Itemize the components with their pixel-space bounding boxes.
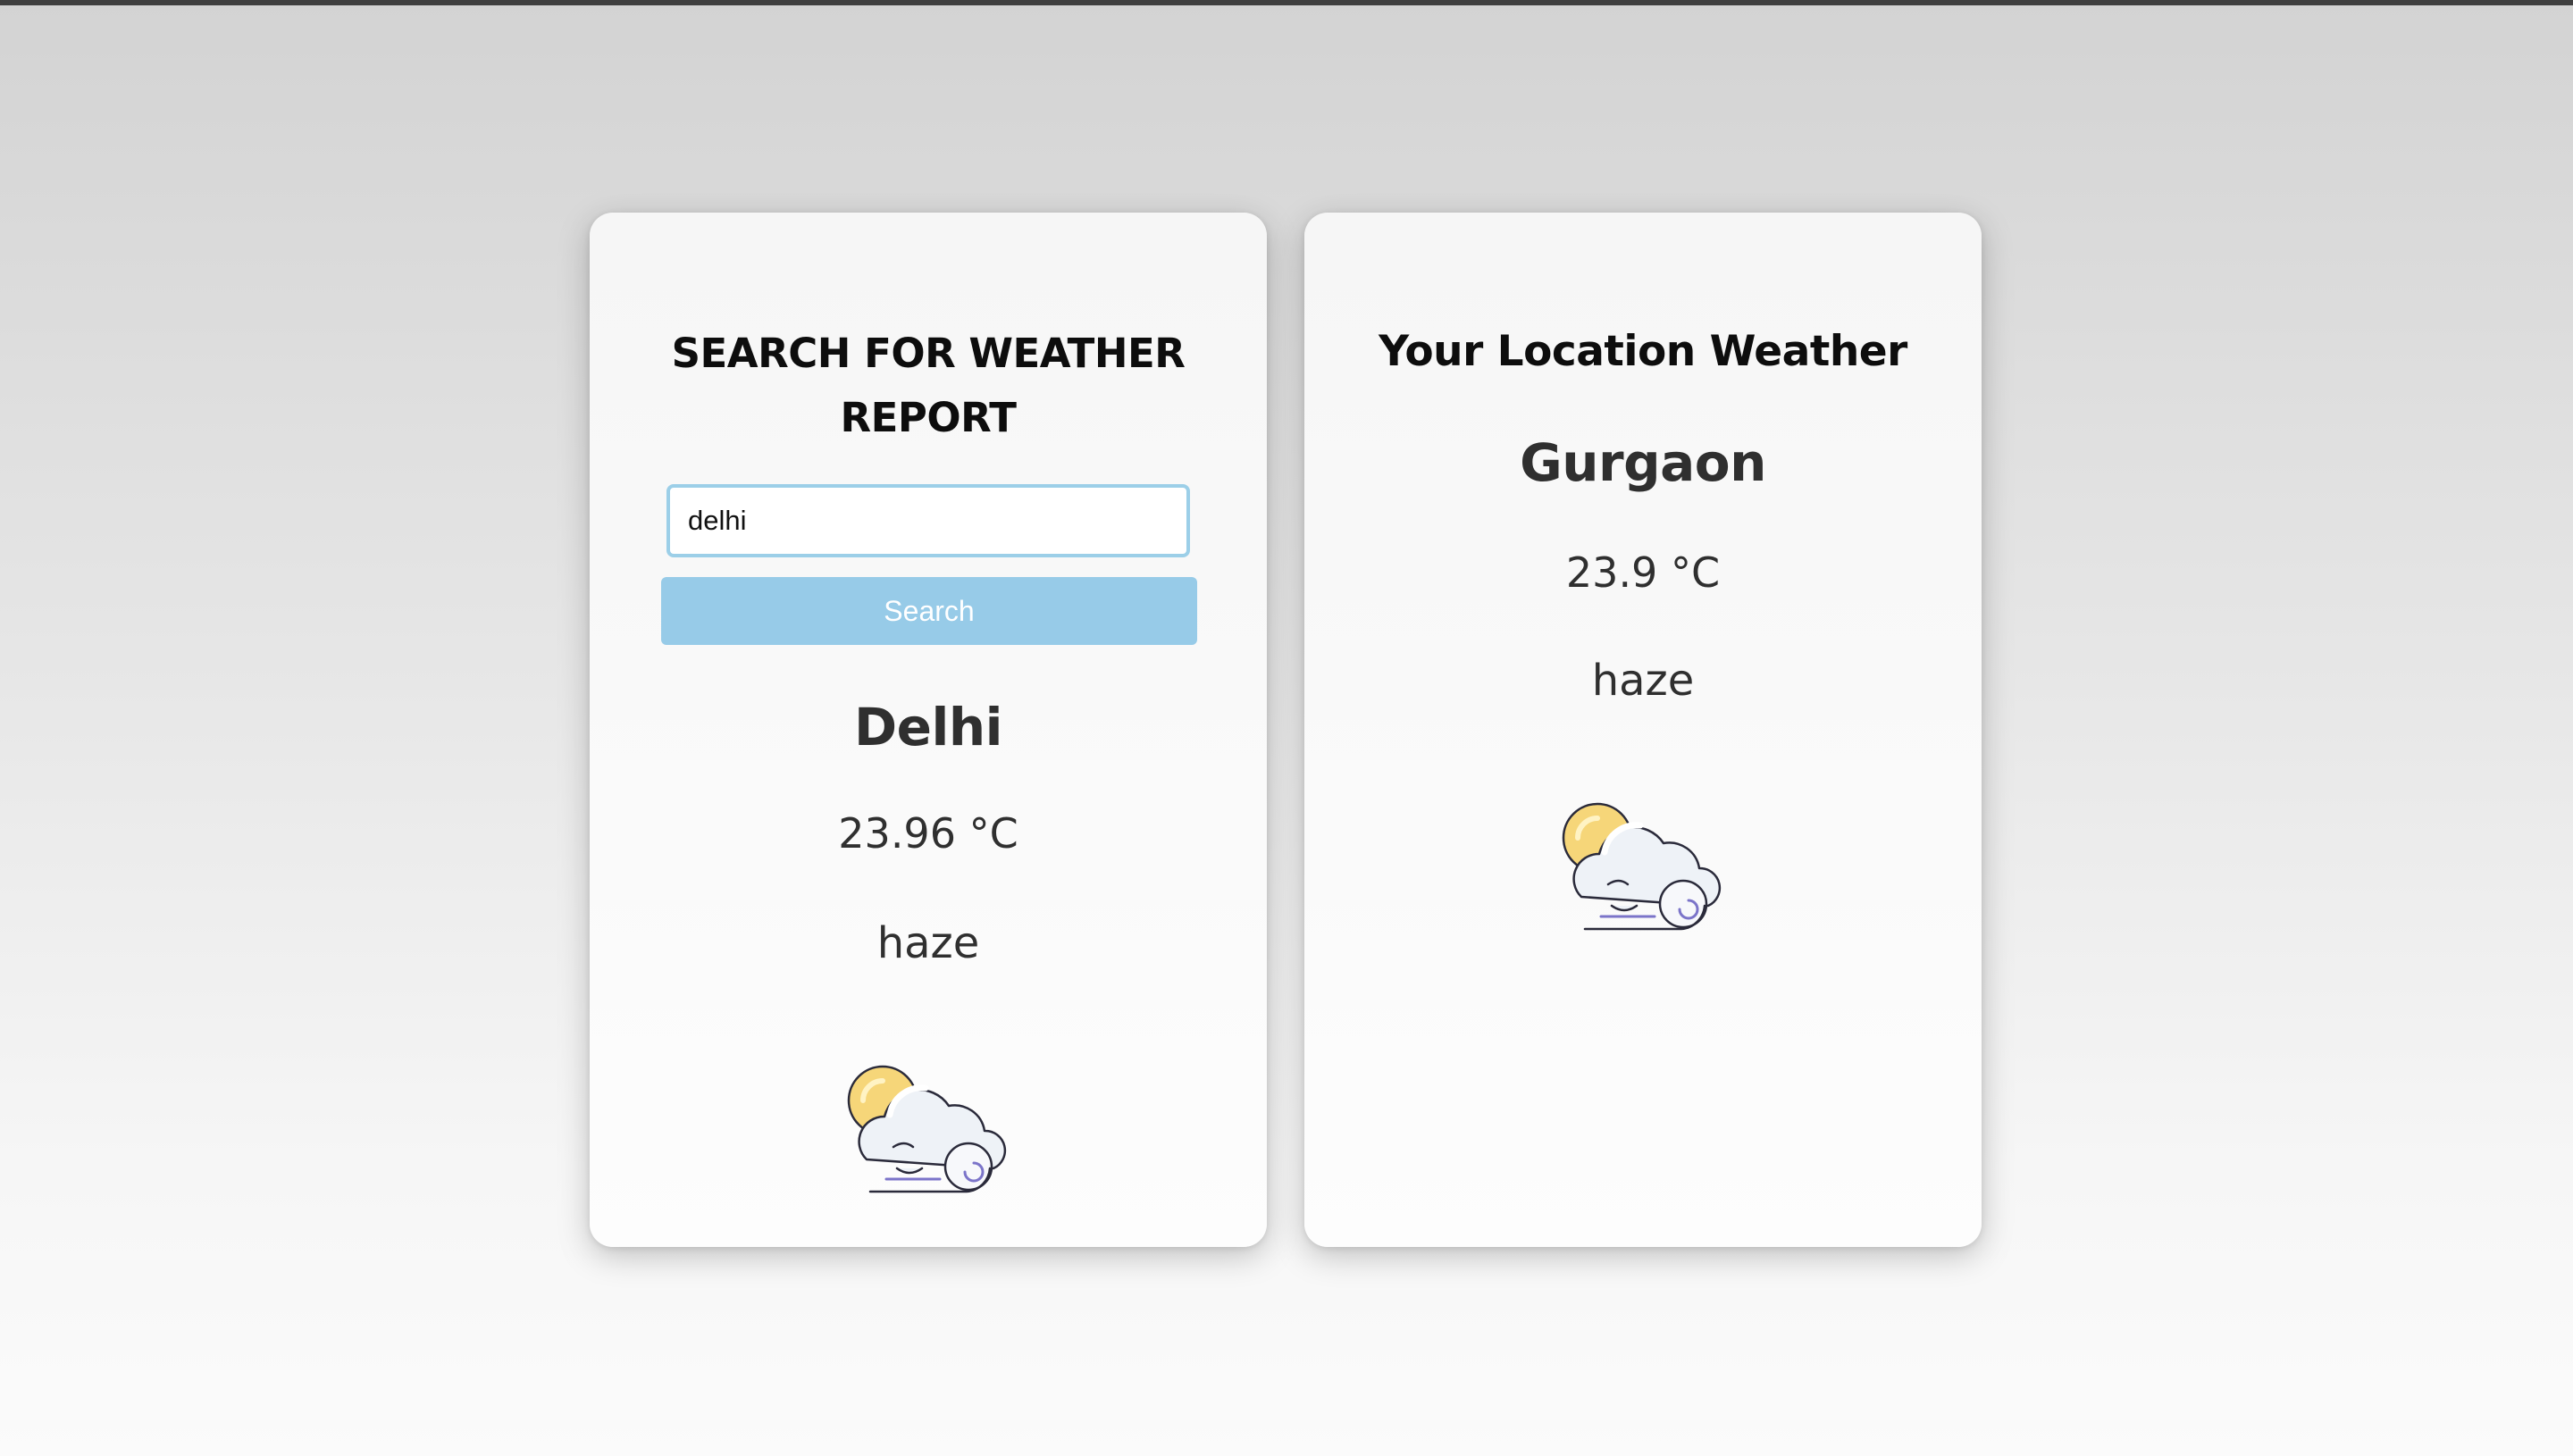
- city-search-input[interactable]: [666, 484, 1190, 557]
- location-condition: haze: [1591, 656, 1695, 706]
- result-city-name: Delhi: [853, 697, 1003, 757]
- search-card-title: SEARCH FOR WEATHER REPORT: [671, 330, 1186, 441]
- location-city-name: Gurgaon: [1520, 432, 1766, 493]
- haze-weather-icon: [1562, 802, 1722, 931]
- result-temperature: 23.96 °C: [838, 809, 1018, 858]
- search-weather-card: SEARCH FOR WEATHER REPORT Search Delhi 2…: [590, 213, 1267, 1247]
- location-card-title: Your Location Weather: [1379, 327, 1907, 376]
- result-condition: haze: [876, 918, 980, 968]
- location-weather-card: Your Location Weather Gurgaon 23.9 °C ha…: [1304, 213, 1982, 1247]
- location-temperature: 23.9 °C: [1565, 548, 1721, 597]
- top-window-edge: [0, 0, 2573, 5]
- search-button[interactable]: Search: [661, 577, 1197, 645]
- haze-weather-icon: [847, 1065, 1007, 1193]
